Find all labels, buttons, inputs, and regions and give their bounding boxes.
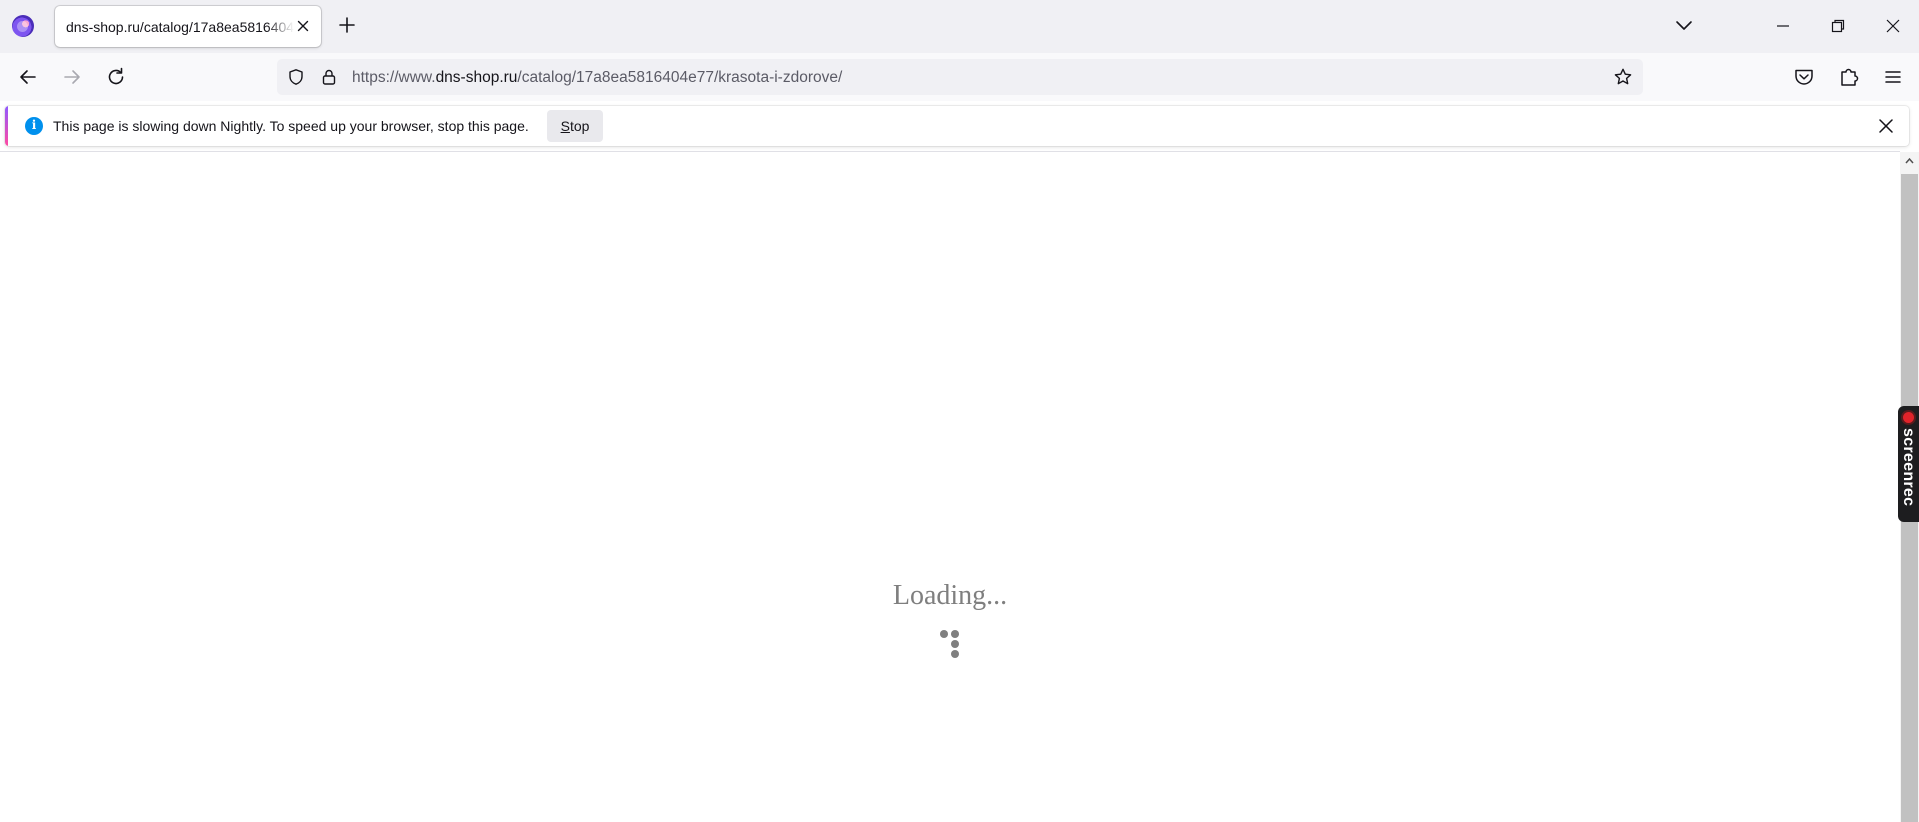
extensions-button[interactable] [1836,64,1862,90]
arrow-left-icon [20,70,36,84]
reload-icon [108,67,124,85]
minimize-icon [1777,25,1789,27]
menu-button[interactable] [1880,64,1906,90]
close-icon[interactable] [1877,117,1895,140]
plus-icon [339,17,355,33]
chevron-down-icon [1676,21,1692,30]
notification-message: This page is slowing down Nightly. To sp… [53,118,529,134]
star-icon[interactable] [1613,67,1633,92]
tab-title: dns-shop.ru/catalog/17a8ea5816404e77/kra… [66,19,294,35]
info-icon: i [25,117,43,135]
loading-text: Loading... [892,580,1008,611]
close-icon [1886,19,1900,33]
restore-button[interactable] [1810,0,1866,53]
url-bar[interactable]: https://www.dns-shop.ru/catalog/17a8ea58… [277,59,1643,95]
screenrec-widget[interactable]: screenrec [1898,406,1919,522]
hamburger-icon [1885,71,1901,83]
screenrec-label: screenrec [1900,428,1917,507]
nav-bar: https://www.dns-shop.ru/catalog/17a8ea58… [0,53,1919,101]
url-host: dns-shop.ru [435,69,518,86]
tab-active[interactable]: dns-shop.ru/catalog/17a8ea5816404e77/kra… [55,6,321,47]
firefox-nightly-icon[interactable] [12,15,34,37]
lock-icon[interactable] [320,68,338,91]
new-tab-button[interactable] [336,14,358,36]
stop-button[interactable]: Stop [547,110,603,142]
slow-page-notification: i This page is slowing down Nightly. To … [5,106,1909,146]
close-icon[interactable] [295,18,311,34]
forward-button[interactable] [58,63,86,91]
arrow-right-icon [64,70,80,84]
close-window-button[interactable] [1865,0,1919,53]
back-button[interactable] [14,63,42,91]
pocket-icon [1795,69,1813,85]
url-path: /catalog/17a8ea5816404e77/krasota-i-zdor… [517,69,843,86]
loading-spinner-icon [933,624,977,668]
pocket-button[interactable] [1791,64,1817,90]
minimize-button[interactable] [1755,0,1811,53]
url-text[interactable]: https://www.dns-shop.ru/catalog/17a8ea58… [352,69,842,87]
record-icon [1903,412,1914,423]
reload-button[interactable] [102,63,130,91]
scroll-up-arrow-icon[interactable] [1904,154,1915,172]
tab-strip: dns-shop.ru/catalog/17a8ea5816404e77/kra… [0,0,1919,53]
notification-accent [5,106,8,146]
puzzle-icon [1841,68,1859,86]
list-all-tabs-button[interactable] [1673,14,1695,36]
url-prefix: https://www. [352,69,436,86]
restore-icon [1831,19,1845,33]
shield-icon[interactable] [287,68,305,91]
page-content: Loading... [0,152,1900,822]
